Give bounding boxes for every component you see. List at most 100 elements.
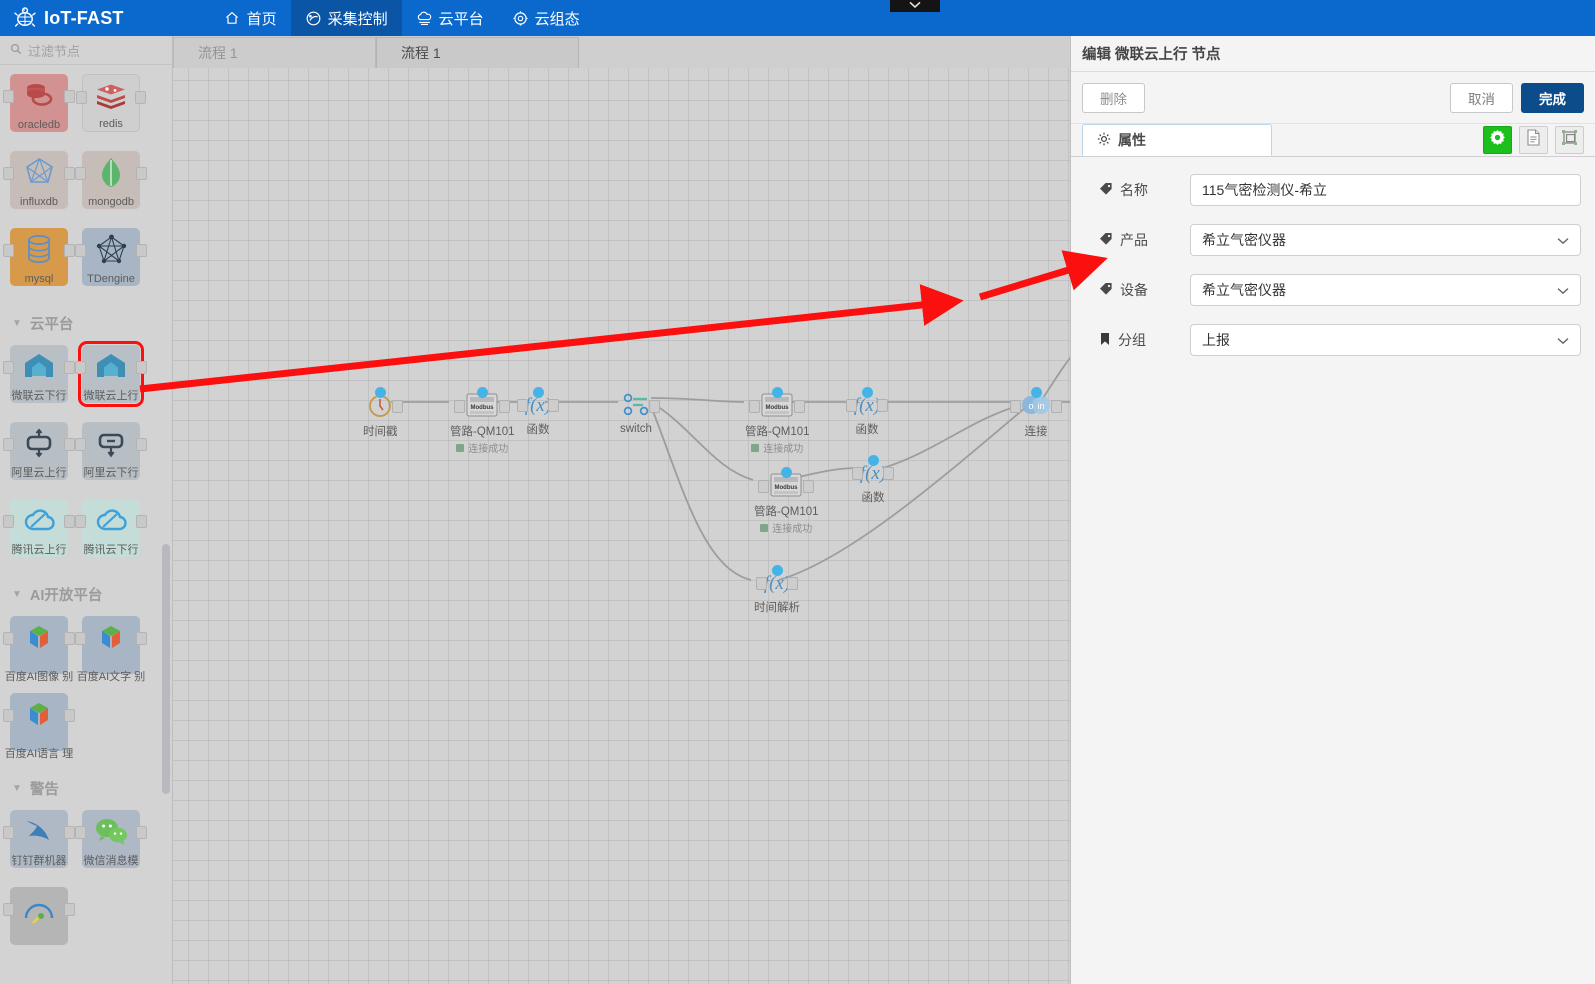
flow-node-pipeline-qm101-low[interactable]: Modbus 管路-QM101 连接成功	[754, 467, 819, 535]
app-brand: IoT-FAST	[13, 6, 124, 30]
status-text: 连接成功	[763, 444, 804, 455]
flow-node-label: 时间戳	[363, 426, 398, 438]
status-dot-icon	[751, 443, 760, 452]
baidu-ai-icon	[24, 697, 54, 731]
node-icon-box: Modbus	[454, 387, 511, 421]
field-label-device: 设备	[1085, 280, 1190, 300]
product-select[interactable]: 希立气密仪器	[1190, 224, 1581, 256]
node-palette: 过滤节点 oracledb redis influxdb mongodb mys…	[0, 36, 173, 984]
cloud-platform-icon	[416, 10, 433, 27]
layout-frame-button[interactable]	[1555, 126, 1584, 154]
flow-node-label: 函数	[861, 492, 885, 504]
nav-label-cloud-platform: 云平台	[438, 10, 484, 28]
palette-node-baidu-ai-image[interactable]: 百度AI图像 别	[3, 616, 75, 682]
port-right	[499, 400, 511, 413]
document-button[interactable]	[1519, 126, 1548, 154]
field-row-name: 名称	[1085, 174, 1581, 206]
node-status-dot	[1031, 387, 1042, 398]
palette-node-label: 百度AI文字 别	[76, 670, 146, 683]
nav-label-collect-control: 采集控制	[327, 10, 388, 28]
palette-node-gauge[interactable]	[3, 887, 75, 945]
palette-node-tdengine[interactable]: TDengine	[75, 228, 147, 286]
palette-node-oracledb[interactable]: oracledb	[3, 74, 75, 132]
flow-node-join[interactable]: o in 连接	[1010, 387, 1062, 439]
node-status-dot	[868, 455, 879, 466]
palette-node-wechat[interactable]: 微信消息模	[75, 810, 147, 868]
palette-group-database: oracledb redis influxdb mongodb mysql TD…	[0, 65, 172, 300]
palette-category-alarm[interactable]: ▼ 警告	[0, 775, 172, 801]
tab-flow-1b[interactable]: 流程 1	[376, 37, 579, 68]
palette-category-label: AI开放平台	[29, 587, 103, 604]
palette-scrollbar[interactable]	[162, 544, 170, 794]
port-left	[3, 826, 14, 839]
palette-node-baidu-ai-text[interactable]: 百度AI文字 别	[75, 616, 147, 682]
port-right	[64, 632, 75, 645]
palette-filter[interactable]: 过滤节点	[0, 36, 172, 65]
delete-button[interactable]: 删除	[1082, 82, 1145, 113]
flow-node-pipeline-qm101-top[interactable]: Modbus 管路-QM101 连接成功	[450, 387, 515, 455]
palette-node-baidu-ai-nlp[interactable]: 百度AI语言 理	[3, 693, 75, 759]
layout-frame-icon	[1561, 129, 1578, 151]
port-left	[756, 577, 767, 590]
device-select[interactable]: 希立气密仪器	[1190, 274, 1581, 306]
palette-node-tencent-up[interactable]: 腾讯云上行	[3, 499, 75, 557]
port-right	[883, 467, 894, 480]
mysql-icon	[24, 232, 54, 266]
done-button[interactable]: 完成	[1521, 82, 1584, 113]
nav-item-cloud-scada[interactable]: 云组态	[498, 0, 594, 36]
port-left	[75, 632, 86, 645]
palette-node-weilian-down[interactable]: 微联云下行	[3, 345, 75, 403]
document-icon	[1526, 129, 1541, 151]
svg-text:in: in	[1037, 401, 1044, 411]
flow-node-function-3[interactable]: f(x) 函数	[852, 455, 894, 505]
palette-node-aliyun-up[interactable]: 阿里云上行	[3, 422, 75, 480]
flow-node-pipeline-qm101-mid[interactable]: Modbus 管路-QM101 连接成功	[745, 387, 810, 455]
port-right	[64, 361, 75, 374]
group-select[interactable]: 上报	[1190, 324, 1581, 356]
flow-tabs: 流程 1 流程 1	[173, 36, 1070, 68]
tab-properties[interactable]: 属性	[1082, 124, 1272, 156]
port-right	[877, 399, 888, 412]
palette-node-redis[interactable]: redis	[76, 74, 146, 132]
name-input[interactable]	[1190, 174, 1581, 206]
flow-node-function-2[interactable]: f(x) 函数	[846, 387, 888, 437]
aliyun-down-icon	[96, 426, 126, 460]
status-dot-icon	[456, 443, 465, 452]
window-notch-chevron[interactable]	[890, 0, 940, 12]
palette-node-influxdb[interactable]: influxdb	[3, 151, 75, 209]
oracledb-icon	[23, 78, 55, 112]
node-icon-box: Modbus	[758, 467, 815, 501]
palette-node-mongodb[interactable]: mongodb	[75, 151, 147, 209]
palette-category-cloud-platform[interactable]: ▼ 云平台	[0, 310, 172, 336]
palette-node-weilian-up[interactable]: 微联云上行	[75, 341, 147, 407]
flow-node-function-1[interactable]: f(x) 函数	[517, 387, 559, 437]
palette-node-dingtalk[interactable]: 钉钉群机器	[3, 810, 75, 868]
chevron-down-icon: ▼	[12, 782, 22, 794]
dingtalk-icon	[23, 814, 55, 848]
port-right	[136, 244, 147, 257]
collect-control-icon	[305, 10, 322, 27]
tab-flow-1a[interactable]: 流程 1	[173, 37, 376, 68]
port-right	[64, 167, 75, 180]
nav-item-collect-control[interactable]: 采集控制	[290, 0, 402, 36]
palette-category-ai-platform[interactable]: ▼ AI开放平台	[0, 581, 172, 607]
node-icon-box: f(x)	[846, 387, 888, 419]
port-left	[846, 399, 857, 412]
palette-node-aliyun-down[interactable]: 阿里云下行	[75, 422, 147, 480]
flow-canvas[interactable]: 115气密检测仪-希立 连接成功 时间戳 Modbus 管路-QM101	[173, 68, 1070, 984]
gear-settings-button[interactable]	[1483, 126, 1512, 154]
cancel-button[interactable]: 取消	[1450, 82, 1513, 113]
port-left	[75, 244, 86, 257]
palette-node-tencent-down[interactable]: 腾讯云下行	[75, 499, 147, 557]
port-right	[136, 167, 147, 180]
port-left	[76, 91, 87, 104]
flow-node-time-parse[interactable]: f(x) 时间解析	[754, 565, 800, 615]
port-left	[749, 400, 761, 413]
nav-item-home[interactable]: 首页	[210, 0, 291, 36]
flow-node-timestamp[interactable]: 时间戳	[363, 387, 404, 439]
cloud-scada-icon	[512, 10, 529, 27]
flow-node-switch[interactable]: switch	[620, 393, 660, 435]
port-left	[75, 361, 86, 374]
palette-node-mysql[interactable]: mysql	[3, 228, 75, 286]
nav-item-cloud-platform[interactable]: 云平台	[402, 0, 498, 36]
